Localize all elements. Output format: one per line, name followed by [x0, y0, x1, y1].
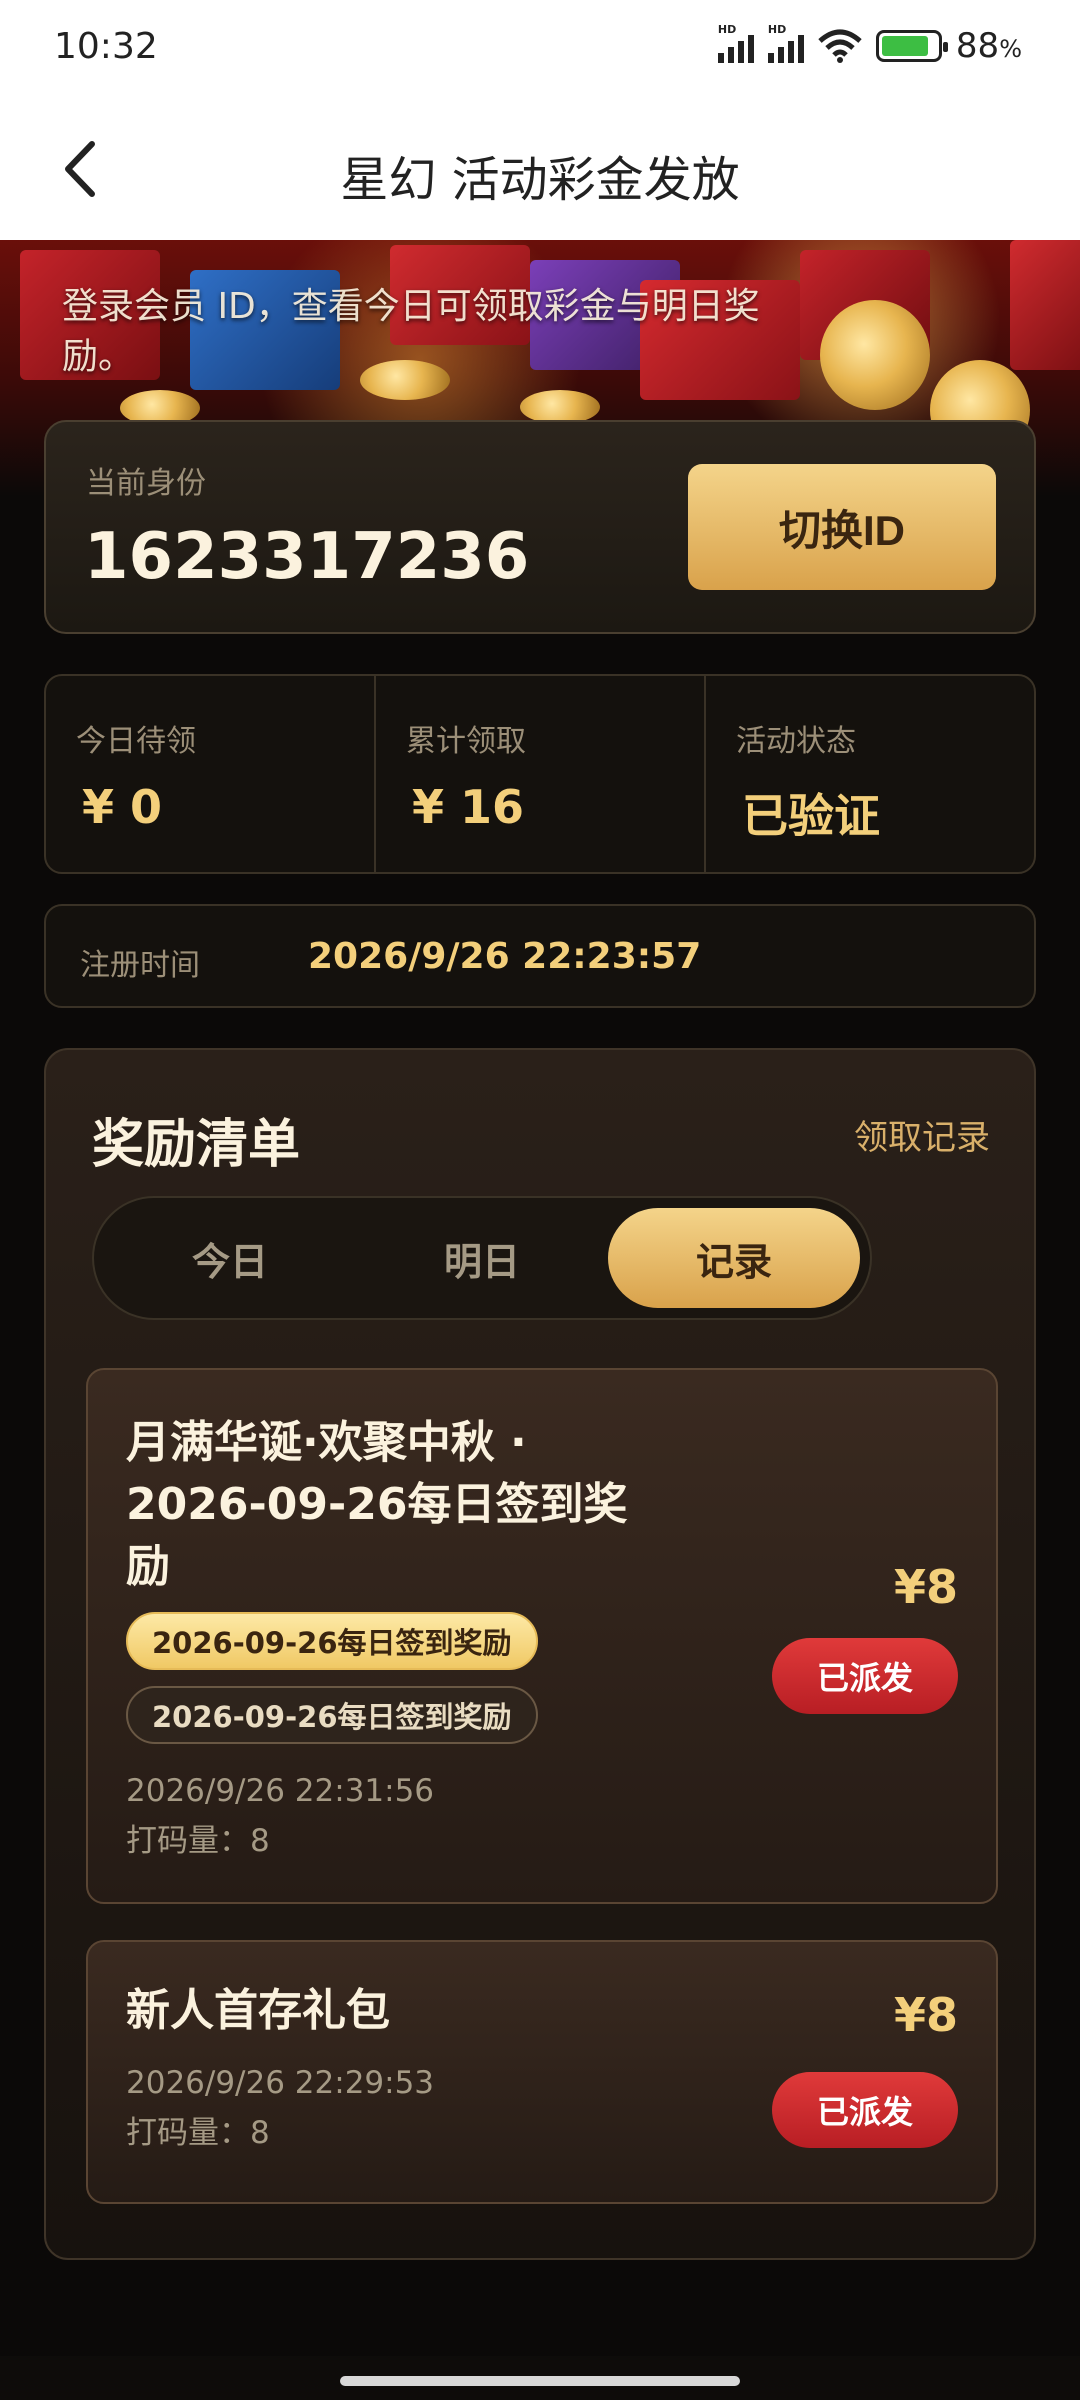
tab-tomorrow[interactable]: 明日 — [356, 1208, 608, 1308]
record-status-badge: 已派发 — [772, 1638, 958, 1714]
signal-hd-label: HD — [717, 23, 737, 36]
identity-card: 当前身份 1623317236 切换ID — [44, 420, 1036, 634]
battery-percent: 88% — [955, 26, 1022, 66]
registration-time-card: 注册时间 2026/9/26 22:23:57 — [44, 904, 1036, 1008]
status-icons: HD HD 88% — [717, 23, 1022, 66]
record-tag: 2026-09-26每日签到奖励 — [126, 1612, 538, 1670]
record-meta: 2026/9/26 22:29:53 打码量：8 — [126, 2058, 434, 2158]
record-wager: 打码量：8 — [126, 2115, 270, 2151]
battery-icon — [875, 30, 948, 62]
status-time: 10:32 — [54, 26, 158, 67]
record-time: 2026/9/26 22:29:53 — [126, 2065, 435, 2101]
app-header: 星幻 活动彩金发放 — [0, 98, 1080, 240]
record-title: 月满华诞·欢聚中秋 · 2026-09-26每日签到奖励 — [126, 1417, 628, 1592]
tab-today[interactable]: 今日 — [104, 1208, 356, 1308]
identity-label: 当前身份 — [86, 466, 206, 501]
stat-label: 累计领取 — [406, 724, 526, 759]
record-amount: ¥8 — [893, 1988, 958, 2042]
member-id: 1623317236 — [84, 520, 530, 594]
stat-label: 活动状态 — [736, 724, 856, 759]
reward-list-title: 奖励清单 — [92, 1115, 301, 1175]
stat-activity-status: 活动状态 已验证 — [706, 676, 1034, 872]
coin-image — [520, 390, 600, 424]
home-indicator[interactable] — [340, 2376, 740, 2386]
status-bar: 10:32 HD HD 88% — [0, 0, 1080, 98]
reward-list-panel: 奖励清单 领取记录 今日 明日 记录 月满华诞·欢聚中秋 · 2026-09-2… — [44, 1048, 1036, 2260]
signal-hd-label: HD — [767, 23, 787, 36]
switch-id-button[interactable]: 切换ID — [688, 464, 996, 590]
reward-record: 新人首存礼包 ¥8 已派发 2026/9/26 22:29:53 打码量：8 — [86, 1940, 998, 2204]
stat-total-claimed: 累计领取 ¥ 16 — [376, 676, 706, 872]
reward-tabs: 今日 明日 记录 — [92, 1196, 872, 1320]
claim-history-link[interactable]: 领取记录 — [854, 1110, 990, 1159]
record-status-badge: 已派发 — [772, 2072, 958, 2148]
registration-value: 2026/9/26 22:23:57 — [308, 936, 702, 977]
record-meta: 2026/9/26 22:31:56 打码量：8 — [126, 1766, 434, 1866]
cellular-signal-icon: HD — [717, 23, 754, 63]
tab-records[interactable]: 记录 — [608, 1208, 860, 1308]
banner-text: 登录会员 ID，查看今日可领取彩金与明日奖励。 — [62, 286, 760, 377]
stat-value: ¥ 16 — [412, 780, 525, 834]
record-wager: 打码量：8 — [126, 1823, 270, 1859]
stat-value: ¥ 0 — [82, 780, 163, 834]
wifi-icon — [818, 29, 862, 63]
coin-image — [820, 300, 930, 410]
record-title: 新人首存礼包 — [126, 1985, 390, 2036]
reward-record: 月满华诞·欢聚中秋 · 2026-09-26每日签到奖励 ¥8 已派发 2026… — [86, 1368, 998, 1904]
stats-card: 今日待领 ¥ 0 累计领取 ¥ 16 活动状态 已验证 — [44, 674, 1036, 874]
record-amount: ¥8 — [893, 1560, 958, 1614]
record-tag: 2026-09-26每日签到奖励 — [126, 1686, 538, 1744]
stat-today-pending: 今日待领 ¥ 0 — [46, 676, 376, 872]
page-title: 星幻 活动彩金发放 — [340, 152, 740, 208]
gift-box-image — [1010, 240, 1080, 370]
record-time: 2026/9/26 22:31:56 — [126, 1773, 435, 1809]
stat-label: 今日待领 — [76, 724, 196, 759]
stat-value: 已验证 — [742, 789, 880, 843]
registration-label: 注册时间 — [80, 948, 200, 983]
cellular-signal-icon: HD — [767, 23, 804, 63]
